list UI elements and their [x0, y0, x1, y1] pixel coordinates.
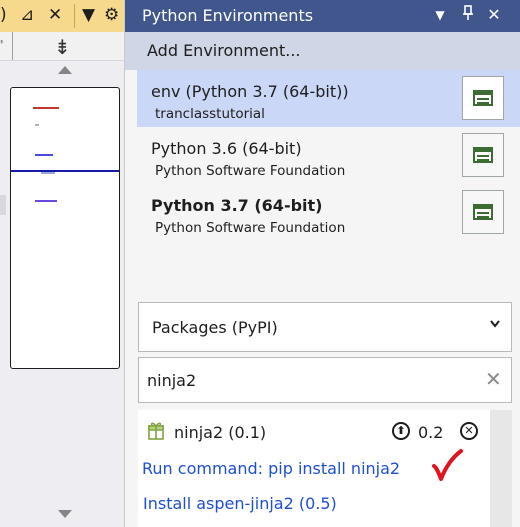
code-minimap[interactable]: [10, 87, 120, 369]
package-search-input[interactable]: [147, 368, 467, 392]
minimap-viewport-line[interactable]: [11, 170, 119, 172]
environment-view-icon: [473, 204, 493, 220]
select-value: Packages (PyPI): [152, 318, 278, 337]
install-package-link[interactable]: Install aspen-jinja2 (0.5): [143, 494, 337, 513]
gift-icon: [148, 420, 164, 440]
clear-search-icon[interactable]: ✕: [485, 367, 502, 391]
gear-icon[interactable]: ⚙: [104, 3, 119, 27]
environment-subtitle: Python Software Foundation: [155, 163, 346, 179]
environment-name: Python 3.6 (64-bit): [151, 139, 302, 158]
upgrade-icon[interactable]: ⬆: [392, 422, 410, 440]
environment-view-select[interactable]: Packages (PyPI): [138, 302, 512, 352]
pin-icon[interactable]: [459, 5, 477, 25]
environment-row[interactable]: env (Python 3.7 (64-bit)) tranclasstutor…: [137, 70, 520, 127]
environment-list: env (Python 3.7 (64-bit)) tranclasstutor…: [137, 70, 520, 300]
editor-strip: ) ⊿ ✕ ▼ ⚙ " ⇟: [0, 0, 124, 527]
environment-subtitle: tranclasstutorial: [155, 106, 265, 122]
left-fragment: ": [0, 38, 4, 52]
pin-tab-icon[interactable]: ⊿: [20, 3, 34, 27]
editor-toolbar: " ⇟: [0, 32, 124, 61]
close-tab-icon[interactable]: ✕: [48, 3, 62, 27]
checkmark-annotation: [430, 448, 464, 482]
add-environment-label: Add Environment...: [147, 41, 301, 60]
environment-view-button[interactable]: [462, 76, 504, 120]
package-search-box: ✕: [138, 357, 512, 403]
python-environments-panel: Python Environments ▼ ✕ Add Environment.…: [124, 0, 520, 527]
environment-row[interactable]: Python 3.6 (64-bit) Python Software Foun…: [137, 127, 520, 184]
margin-marker: [0, 195, 6, 215]
environment-name: Python 3.7 (64-bit): [151, 196, 323, 215]
scroll-down-arrow-icon[interactable]: [58, 510, 72, 518]
package-name: ninja2 (0.1): [174, 423, 267, 442]
uninstall-icon[interactable]: ✕: [460, 422, 478, 440]
minimap-line: [33, 107, 59, 109]
environment-view-button[interactable]: [462, 190, 504, 234]
environment-view-button[interactable]: [462, 133, 504, 177]
environment-view-icon: [473, 147, 493, 163]
tab-dropdown-icon[interactable]: ▼: [82, 3, 95, 27]
minimap-line: [35, 124, 39, 126]
editor-tab-bar: ) ⊿ ✕ ▼ ⚙: [0, 0, 124, 32]
minimap-line: [41, 172, 55, 174]
environment-view-icon: [473, 90, 493, 106]
minimap-line: [35, 200, 57, 202]
environment-row[interactable]: Python 3.7 (64-bit) Python Software Foun…: [137, 184, 520, 241]
panel-title: Python Environments: [142, 6, 314, 25]
package-results: ninja2 (0.1) ⬆ 0.2 ✕ Run command: pip in…: [138, 410, 512, 527]
panel-dropdown-icon[interactable]: ▼: [431, 8, 449, 22]
close-icon[interactable]: ✕: [485, 5, 503, 24]
run-command-link[interactable]: Run command: pip install ninja2: [142, 459, 400, 478]
add-environment-button[interactable]: Add Environment...: [125, 32, 520, 70]
environment-subtitle: Python Software Foundation: [155, 220, 346, 236]
chevron-down-icon: [489, 317, 501, 333]
minimap-line: [35, 154, 53, 156]
panel-header: Python Environments ▼ ✕: [125, 0, 520, 32]
upgrade-version: 0.2: [418, 423, 444, 442]
scroll-up-arrow-icon[interactable]: [58, 66, 72, 74]
environment-name: env (Python 3.7 (64-bit)): [151, 82, 349, 101]
split-icon[interactable]: ⇟: [54, 35, 71, 59]
toolbar-separator: [12, 32, 13, 60]
tab-separator: [74, 4, 75, 28]
package-row[interactable]: ninja2 (0.1) ⬆ 0.2 ✕: [138, 420, 512, 446]
results-scrollbar[interactable]: [490, 410, 512, 527]
tab-fragment: ): [0, 5, 7, 25]
